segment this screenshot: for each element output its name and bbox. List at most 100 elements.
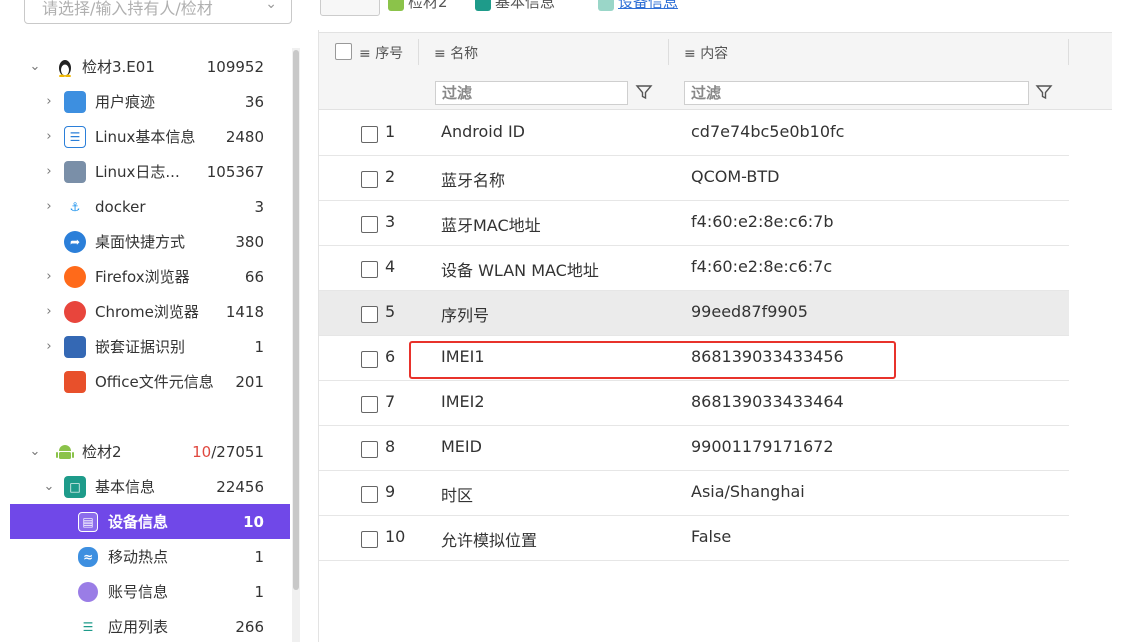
column-resizer[interactable]: [668, 39, 669, 65]
tree-case-2-count: 10/27051: [192, 442, 264, 461]
column-resizer[interactable]: [418, 39, 419, 65]
table-row[interactable]: 7 IMEI2 868139033433464: [319, 381, 1069, 426]
tree-item-chrome[interactable]: › Chrome浏览器 1418: [10, 294, 290, 329]
chevron-down-icon[interactable]: ⌄: [28, 59, 42, 74]
row-checkbox[interactable]: [361, 169, 378, 188]
value-filter-input[interactable]: 过滤: [684, 81, 1029, 105]
chevron-right-icon[interactable]: ›: [42, 94, 56, 109]
row-checkbox[interactable]: [361, 529, 378, 548]
hotspot-icon: ≈: [78, 546, 98, 567]
row-checkbox[interactable]: [361, 259, 378, 278]
tree-case-2-label: 检材2: [82, 443, 122, 461]
android-icon: [54, 441, 76, 463]
app-list-icon: ☰: [82, 619, 94, 634]
chevron-down-icon[interactable]: ⌄: [28, 444, 42, 459]
column-header-no[interactable]: ≡ 序号: [359, 43, 403, 63]
breadcrumb-basic-info[interactable]: 基本信息: [475, 0, 555, 12]
tree-item-label: Linux基本信息: [95, 128, 196, 146]
device-info-icon: [598, 0, 614, 11]
shortcut-icon: ➦: [64, 230, 86, 253]
row-checkbox[interactable]: [361, 304, 378, 323]
grid-header: ≡ 序号 ≡ 名称 ≡ 内容 过滤 过滤: [319, 32, 1112, 110]
chevron-right-icon[interactable]: ›: [42, 199, 56, 214]
chevron-right-icon[interactable]: ›: [42, 339, 56, 354]
tree-item-label: 用户痕迹: [95, 93, 156, 111]
filter-icon[interactable]: [635, 83, 655, 103]
device-info-grid: ≡ 序号 ≡ 名称 ≡ 内容 过滤 过滤 1 Android ID cd7e74bc…: [318, 30, 1124, 642]
tree-item-basic-info[interactable]: ⌄ □ 基本信息 22456: [10, 469, 290, 504]
row-checkbox[interactable]: [361, 484, 378, 503]
device-info-icon: ▤: [78, 511, 98, 532]
nested-evidence-icon: [64, 335, 86, 358]
tree-case-2[interactable]: ⌄ 检材2 10/27051: [10, 434, 290, 469]
tree-item-label: Chrome浏览器: [95, 303, 199, 321]
tree-item-shortcut[interactable]: ➦ 桌面快捷方式 380: [10, 224, 290, 259]
sidebar-scrollbar-thumb[interactable]: [293, 50, 299, 590]
tree-item-user-trace[interactable]: › 用户痕迹 36: [10, 84, 290, 119]
table-row[interactable]: 2 蓝牙名称 QCOM-BTD: [319, 156, 1069, 201]
table-row[interactable]: 1 Android ID cd7e74bc5e0b10fc: [319, 111, 1069, 156]
owner-select[interactable]: 请选择/输入持有人/检材 ⌄: [24, 0, 292, 24]
basic-info-icon: [475, 0, 491, 11]
evidence-tree-panel: 请选择/输入持有人/检材 ⌄ ⌄ 检材3.E01 109952 › 用户痕迹 36 ›…: [0, 0, 300, 642]
row-number: 8: [385, 437, 396, 456]
tree-item-app-list[interactable]: ☰ 应用列表 266: [10, 609, 290, 642]
tree-item-log[interactable]: › Linux日志... 105367: [10, 154, 290, 189]
chevron-down-icon[interactable]: ⌄: [265, 0, 277, 12]
tree-item-count: 105367: [206, 162, 264, 181]
row-value: False: [691, 527, 732, 546]
user-trace-icon: [64, 90, 86, 113]
tree-item-account[interactable]: 账号信息 1: [10, 574, 290, 609]
column-header-name[interactable]: ≡ 名称: [434, 43, 478, 63]
firefox-icon: [64, 265, 86, 288]
chevron-right-icon[interactable]: ›: [42, 164, 56, 179]
tree-item-count: 3: [254, 197, 264, 216]
row-checkbox[interactable]: [361, 394, 378, 413]
tree-item-label: docker: [95, 197, 146, 216]
tree-item-office[interactable]: Office文件元信息 201: [10, 364, 290, 399]
table-row[interactable]: 4 设备 WLAN MAC地址 f4:60:e2:8e:c6:7c: [319, 246, 1069, 291]
chevron-down-icon[interactable]: ⌄: [42, 479, 56, 494]
chevron-right-icon[interactable]: ›: [42, 129, 56, 144]
tool-button[interactable]: [320, 0, 380, 16]
column-header-value[interactable]: ≡ 内容: [684, 43, 728, 63]
row-checkbox[interactable]: [361, 214, 378, 233]
tree-item-docker[interactable]: › ⚓ docker 3: [10, 189, 290, 224]
select-all-checkbox[interactable]: [335, 43, 352, 60]
row-value: cd7e74bc5e0b10fc: [691, 122, 845, 141]
column-resizer[interactable]: [1068, 39, 1069, 65]
chevron-right-icon[interactable]: ›: [42, 269, 56, 284]
table-row[interactable]: 9 时区 Asia/Shanghai: [319, 471, 1069, 516]
table-row[interactable]: 8 MEID 99001179171672: [319, 426, 1069, 471]
table-row[interactable]: 6 IMEI1 868139033433456: [319, 336, 1069, 381]
table-row[interactable]: 10 允许模拟位置 False: [319, 516, 1069, 561]
android-icon: [388, 0, 404, 11]
breadcrumb-device-info[interactable]: 设备信息: [598, 0, 678, 12]
row-checkbox[interactable]: [361, 439, 378, 458]
table-row[interactable]: 5 序列号 99eed87f9905: [319, 291, 1069, 336]
breadcrumb-case[interactable]: 检材2: [388, 0, 448, 12]
table-row[interactable]: 3 蓝牙MAC地址 f4:60:e2:8e:c6:7b: [319, 201, 1069, 246]
row-number: 7: [385, 392, 396, 411]
tree-item-firefox[interactable]: › Firefox浏览器 66: [10, 259, 290, 294]
tree-item-hotspot[interactable]: ≈ 移动热点 1: [10, 539, 290, 574]
row-value: f4:60:e2:8e:c6:7b: [691, 212, 834, 231]
chevron-right-icon[interactable]: ›: [42, 304, 56, 319]
tree-item-label: 应用列表: [108, 618, 169, 636]
name-filter-input[interactable]: 过滤: [435, 81, 628, 105]
tree-item-nested-evidence[interactable]: › 嵌套证据识别 1: [10, 329, 290, 364]
tree-item-count: 1: [254, 547, 264, 566]
tree-item-device-info[interactable]: ▤ 设备信息 10: [10, 504, 290, 539]
tree-item-count: 2480: [225, 127, 264, 146]
row-name: IMEI2: [441, 392, 485, 411]
row-name: 时区: [441, 486, 474, 505]
linux-icon: [54, 56, 76, 78]
tree-case-1[interactable]: ⌄ 检材3.E01 109952: [10, 49, 290, 84]
tree-item-label: 桌面快捷方式: [95, 233, 186, 251]
row-checkbox[interactable]: [361, 349, 378, 368]
row-checkbox[interactable]: [361, 124, 378, 143]
filter-icon[interactable]: [1035, 83, 1055, 103]
tree-item-list[interactable]: › ☰ Linux基本信息 2480: [10, 119, 290, 154]
tree-item-count: 1418: [225, 302, 264, 321]
sidebar-scrollbar[interactable]: [292, 48, 300, 642]
